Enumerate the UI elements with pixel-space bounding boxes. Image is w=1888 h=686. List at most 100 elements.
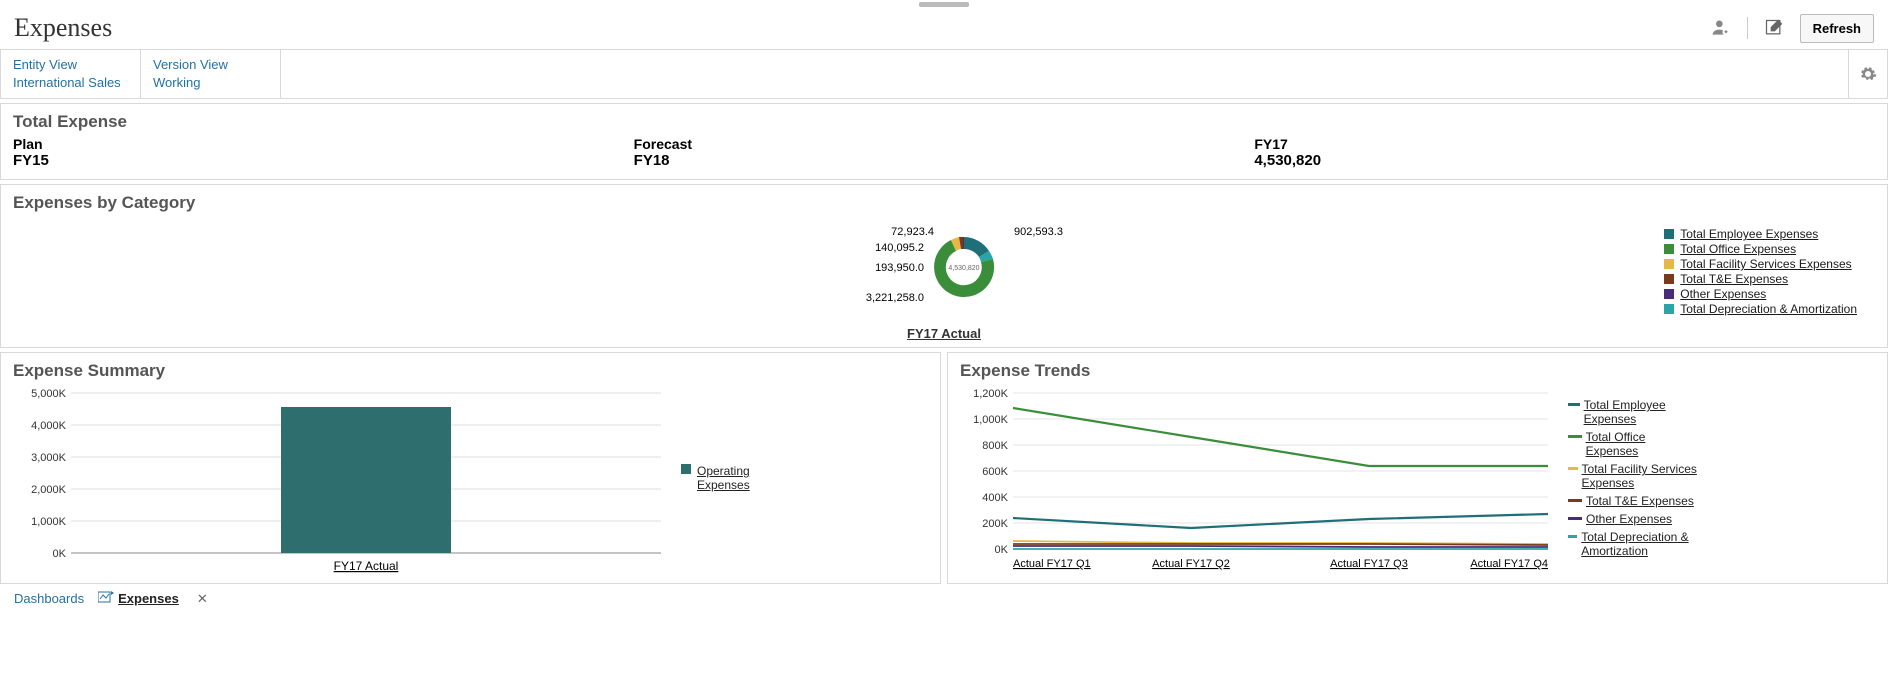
summary-title: Expense Summary <box>1 353 940 385</box>
trends-chart: 1,200K 1,000K 800K 600K 400K 200K 0K <box>958 385 1558 575</box>
te-fy17: FY17 4,530,820 <box>1254 136 1875 169</box>
legend-swatch <box>1664 274 1674 284</box>
pov-entity-value[interactable]: International Sales <box>13 74 128 92</box>
legend-item[interactable]: Total T&E Expenses <box>1586 494 1694 508</box>
svg-text:1,000K: 1,000K <box>31 516 67 528</box>
svg-text:0K: 0K <box>995 544 1009 556</box>
legend-swatch <box>1664 259 1674 269</box>
te-fy17-label: FY17 <box>1254 136 1875 152</box>
user-settings-icon[interactable] <box>1707 14 1735 42</box>
summary-x-label[interactable]: FY17 Actual <box>334 559 399 573</box>
trend-xlabel[interactable]: Actual FY17 Q2 <box>1152 558 1230 570</box>
line-employee[interactable] <box>1013 514 1548 528</box>
legend-item[interactable]: Operating Expenses <box>697 464 767 492</box>
pov-version-label[interactable]: Version View <box>153 56 268 74</box>
bottom-tabs: Dashboards Expenses ✕ <box>0 584 1888 613</box>
trends-title: Expense Trends <box>948 353 1887 385</box>
te-plan: Plan FY15 <box>13 136 634 169</box>
svg-text:1,000K: 1,000K <box>973 414 1009 426</box>
drag-handle[interactable] <box>919 2 969 7</box>
legend-swatch <box>1568 467 1578 470</box>
donut-label-1: 72,923.4 <box>891 226 934 238</box>
svg-text:0K: 0K <box>53 548 67 560</box>
te-forecast-label: Forecast <box>634 136 1255 152</box>
tab-expenses[interactable]: Expenses <box>118 591 179 606</box>
trend-xlabel[interactable]: Actual FY17 Q4 <box>1470 558 1548 570</box>
donut-label-4: 3,221,258.0 <box>866 292 924 304</box>
te-plan-label: Plan <box>13 136 634 152</box>
legend-swatch <box>1664 229 1674 239</box>
expense-trends-panel: Expense Trends 1,200K 1,000K 800K 600K 4… <box>947 352 1888 584</box>
ebc-title: Expenses by Category <box>1 185 1887 217</box>
total-expense-panel: Total Expense Plan FY15 Forecast FY18 FY… <box>0 103 1888 180</box>
pov-entity-label[interactable]: Entity View <box>13 56 128 74</box>
legend-item[interactable]: Total Depreciation & Amortization <box>1680 302 1857 316</box>
pov-version-value[interactable]: Working <box>153 74 268 92</box>
line-te[interactable] <box>1013 544 1548 545</box>
te-forecast: Forecast FY18 <box>634 136 1255 169</box>
svg-text:600K: 600K <box>982 466 1008 478</box>
bar-operating-expenses[interactable] <box>281 407 451 553</box>
trends-legend: Total Employee Expenses Total Office Exp… <box>1558 385 1698 575</box>
pov-entity: Entity View International Sales <box>1 50 141 98</box>
svg-text:1,200K: 1,200K <box>973 388 1009 400</box>
svg-text:800K: 800K <box>982 440 1008 452</box>
donut-center: 4,530,820 <box>948 265 979 272</box>
svg-text:5,000K: 5,000K <box>31 388 67 400</box>
tab-dashboards[interactable]: Dashboards <box>14 591 84 606</box>
line-office[interactable] <box>1013 408 1548 466</box>
summary-legend: Operating Expenses <box>671 385 767 575</box>
legend-swatch <box>681 464 691 474</box>
donut-caption[interactable]: FY17 Actual <box>907 326 981 341</box>
expense-summary-panel: Expense Summary 5,000K 4,000K 3,000K 2,0… <box>0 352 941 584</box>
te-forecast-value: FY18 <box>634 152 1255 169</box>
tab-expenses-icon <box>98 590 114 607</box>
svg-text:400K: 400K <box>982 492 1008 504</box>
page-title: Expenses <box>14 13 112 43</box>
donut-label-0: 902,593.3 <box>1014 226 1063 238</box>
legend-item[interactable]: Total T&E Expenses <box>1680 272 1788 286</box>
legend-item[interactable]: Total Office Expenses <box>1586 430 1698 458</box>
legend-swatch <box>1568 403 1580 406</box>
total-expense-title: Total Expense <box>1 104 1887 136</box>
line-other[interactable] <box>1013 546 1548 547</box>
refresh-button[interactable]: Refresh <box>1800 14 1874 43</box>
close-tab-icon[interactable]: ✕ <box>197 591 208 607</box>
expenses-by-category-panel: Expenses by Category 4,530,820 902,593.3… <box>0 184 1888 348</box>
ebc-legend: Total Employee Expenses Total Office Exp… <box>1664 227 1857 317</box>
trend-xlabel[interactable]: Actual FY17 Q3 <box>1330 558 1408 570</box>
legend-swatch <box>1568 435 1582 438</box>
legend-swatch <box>1568 517 1582 520</box>
legend-item[interactable]: Other Expenses <box>1586 512 1672 526</box>
divider <box>1747 17 1748 39</box>
edit-icon[interactable] <box>1760 14 1788 42</box>
legend-item[interactable]: Total Employee Expenses <box>1680 227 1818 241</box>
legend-item[interactable]: Total Office Expenses <box>1680 242 1796 256</box>
te-plan-value: FY15 <box>13 152 634 169</box>
legend-swatch <box>1664 244 1674 254</box>
pov-settings[interactable] <box>1848 50 1887 98</box>
legend-item[interactable]: Total Facility Services Expenses <box>1582 462 1698 490</box>
donut-label-3: 193,950.0 <box>875 262 924 274</box>
donut-label-2: 140,095.2 <box>875 242 924 254</box>
summary-chart: 5,000K 4,000K 3,000K 2,000K 1,000K 0K FY… <box>11 385 671 575</box>
legend-swatch <box>1568 499 1582 502</box>
donut-chart: 4,530,820 902,593.3 72,923.4 140,095.2 1… <box>824 221 1064 341</box>
svg-text:2,000K: 2,000K <box>31 484 67 496</box>
legend-swatch <box>1664 304 1674 314</box>
legend-item[interactable]: Total Depreciation & Amortization <box>1581 530 1698 558</box>
legend-swatch <box>1664 289 1674 299</box>
pov-version: Version View Working <box>141 50 281 98</box>
te-fy17-value: 4,530,820 <box>1254 152 1875 169</box>
legend-item[interactable]: Other Expenses <box>1680 287 1766 301</box>
svg-text:200K: 200K <box>982 518 1008 530</box>
trend-xlabel[interactable]: Actual FY17 Q1 <box>1013 558 1091 570</box>
legend-swatch <box>1568 535 1577 538</box>
legend-item[interactable]: Total Facility Services Expenses <box>1680 257 1851 271</box>
svg-text:4,000K: 4,000K <box>31 420 67 432</box>
gear-icon <box>1859 65 1877 83</box>
header: Expenses Refresh <box>0 7 1888 49</box>
svg-text:3,000K: 3,000K <box>31 452 67 464</box>
pov-bar: Entity View International Sales Version … <box>0 49 1888 99</box>
legend-item[interactable]: Total Employee Expenses <box>1584 398 1698 426</box>
